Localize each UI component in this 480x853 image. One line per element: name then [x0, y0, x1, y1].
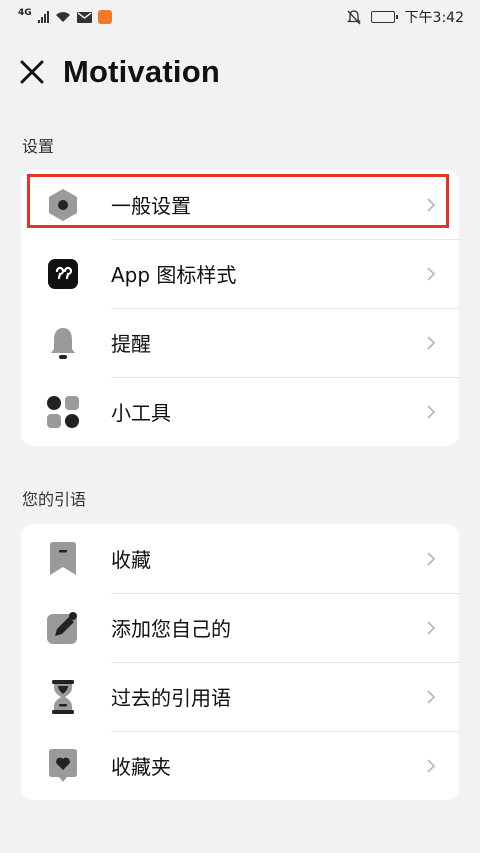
quote-app-icon [43, 254, 83, 294]
quotes-item-label: 过去的引用语 [111, 686, 231, 710]
section-label-quotes: 您的引语 [22, 490, 87, 509]
bell-muted-icon [346, 9, 361, 24]
quotes-card: 收藏 添加您自己的 过去的引用语 收藏夹 [21, 524, 459, 800]
status-bar: 4G 下午3:42 [0, 0, 480, 34]
mail-icon [76, 11, 92, 23]
heart-collection-icon [43, 746, 83, 786]
bell-icon [43, 323, 83, 363]
page-title: Motivation [63, 54, 220, 89]
bookmark-icon [43, 539, 83, 579]
settings-item-label: 一般设置 [111, 194, 191, 218]
network-type: 4G [18, 7, 32, 18]
hourglass-icon [43, 677, 83, 717]
section-label-settings: 设置 [22, 137, 55, 156]
quotes-item-collections[interactable]: 收藏夹 [21, 731, 459, 800]
close-button[interactable] [17, 57, 47, 87]
quotes-item-label: 添加您自己的 [111, 617, 231, 641]
status-bar-right: 下午3:42 [346, 7, 480, 27]
chevron-right-icon [421, 264, 441, 284]
hexagon-settings-icon [43, 185, 83, 225]
quotes-item-favorites[interactable]: 收藏 [21, 524, 459, 593]
chevron-right-icon [421, 687, 441, 707]
close-icon [20, 60, 44, 84]
status-bar-left: 4G [0, 7, 112, 24]
signal-icon [37, 11, 49, 23]
status-time: 下午3:42 [404, 10, 464, 26]
chevron-right-icon [421, 195, 441, 215]
quotes-item-label: 收藏夹 [111, 755, 171, 779]
chevron-right-icon [421, 618, 441, 638]
settings-item-general[interactable]: 一般设置 [21, 170, 459, 239]
settings-item-reminders[interactable]: 提醒 [21, 308, 459, 377]
chevron-right-icon [421, 549, 441, 569]
quotes-item-past-quotes[interactable]: 过去的引用语 [21, 662, 459, 731]
widgets-icon [43, 392, 83, 432]
settings-item-label: App 图标样式 [111, 263, 237, 287]
settings-item-widgets[interactable]: 小工具 [21, 377, 459, 446]
settings-card: 一般设置 App 图标样式 提醒 小工具 [21, 170, 459, 446]
settings-item-label: 小工具 [111, 401, 171, 425]
battery-icon [370, 11, 398, 23]
edit-pencil-icon [43, 608, 83, 648]
app-notification-icon [97, 10, 112, 24]
quotes-item-label: 收藏 [111, 548, 151, 572]
chevron-right-icon [421, 333, 441, 353]
settings-item-app-icon-style[interactable]: App 图标样式 [21, 239, 459, 308]
chevron-right-icon [421, 756, 441, 776]
settings-item-label: 提醒 [111, 332, 151, 356]
header: Motivation [0, 42, 480, 102]
wifi-icon [55, 12, 70, 22]
quotes-item-add-your-own[interactable]: 添加您自己的 [21, 593, 459, 662]
chevron-right-icon [421, 402, 441, 422]
